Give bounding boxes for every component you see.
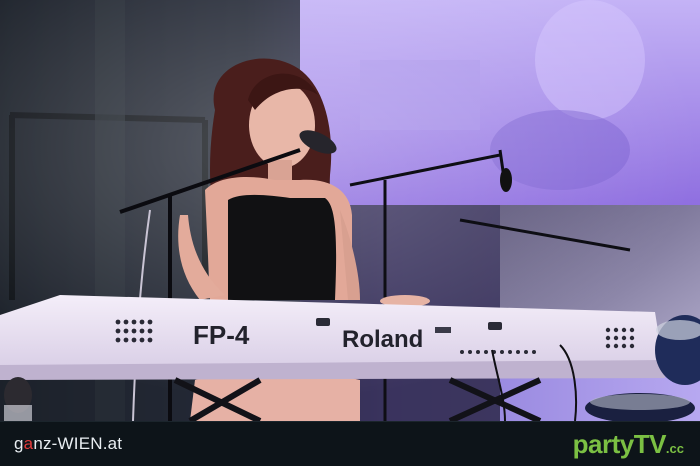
keyboard-brand-label: Roland <box>342 326 423 353</box>
stage-scene: FP-4 Roland <box>0 0 700 421</box>
ganz-wien-logo[interactable]: ganz-WIEN.at <box>14 434 122 454</box>
partytv-logo[interactable]: partyTV.cc <box>573 429 684 460</box>
watermark-bar: ganz-WIEN.at partyTV.cc <box>0 421 700 466</box>
concert-photo: FP-4 Roland <box>0 0 700 421</box>
keyboard-model-label: FP-4 <box>193 320 250 350</box>
ganz-wien-logo-rest: nz-WIEN.at <box>33 434 123 453</box>
image-frame: FP-4 Roland ganz-WIEN.at partyTV.cc <box>0 0 700 466</box>
partytv-logo-suffix: .cc <box>665 441 684 456</box>
ganz-wien-logo-accent: a <box>23 434 34 453</box>
ganz-wien-logo-prefix: g <box>14 434 24 453</box>
partytv-logo-main: partyTV <box>572 429 667 459</box>
